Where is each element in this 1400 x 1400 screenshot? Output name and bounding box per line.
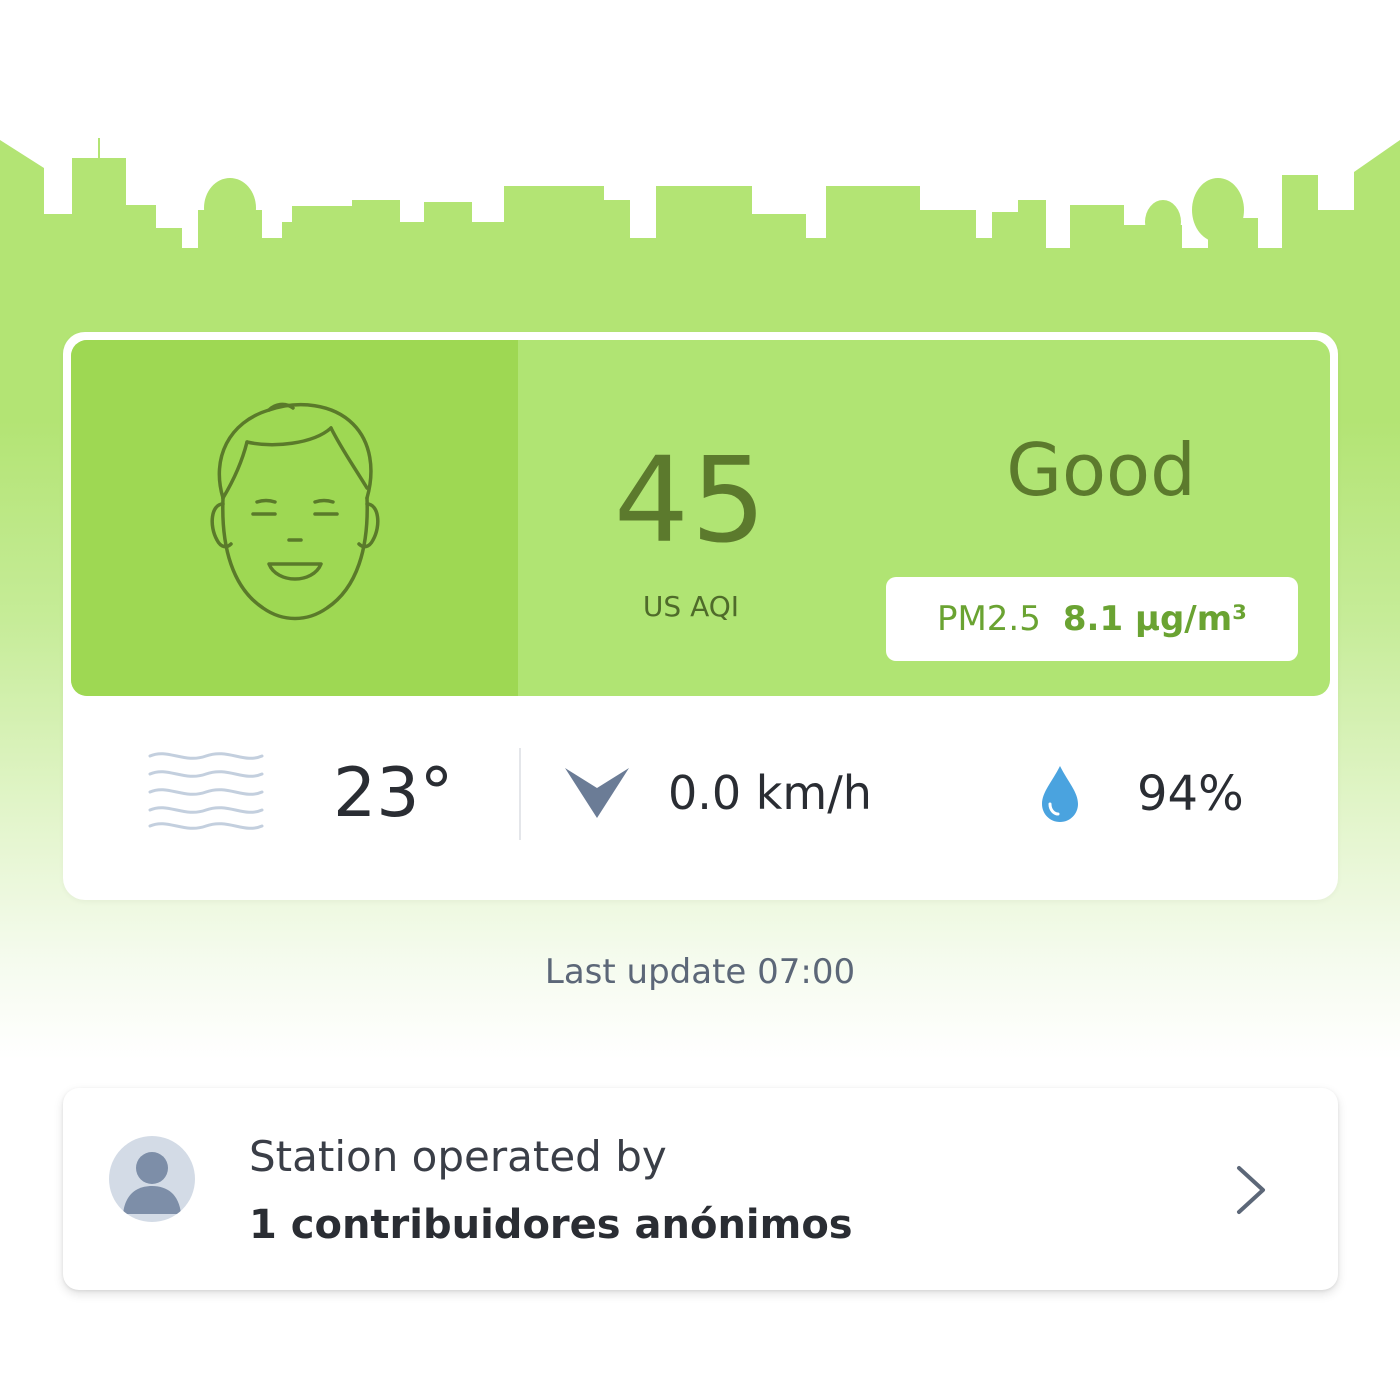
- aqi-status: Good: [1006, 428, 1196, 512]
- aqi-summary-panel: 45 US AQI Good PM2.5 8.1 µg/m³: [71, 340, 1330, 696]
- wind-direction-arrow-icon: [565, 768, 629, 818]
- weather-row: 23° 0.0 km/h 94%: [63, 696, 1338, 900]
- water-drop-icon: [1042, 766, 1078, 822]
- aqi-value: 45: [613, 431, 769, 569]
- pollutant-label: PM2.5: [936, 599, 1041, 639]
- station-operator-name: 1 contribuidores anónimos: [249, 1202, 853, 1248]
- air-quality-card[interactable]: 45 US AQI Good PM2.5 8.1 µg/m³ 23° 0.0 k…: [63, 332, 1338, 900]
- face-panel: [71, 340, 518, 696]
- last-update-text: Last update 07:00: [544, 952, 856, 992]
- pollutant-concentration: 8.1 µg/m³: [1062, 599, 1248, 639]
- humidity-value: 94%: [1137, 766, 1244, 822]
- wind-speed-value: 0.0 km/h: [668, 766, 872, 820]
- weather-divider: [519, 748, 521, 840]
- pollutant-badge: PM2.5 8.1 µg/m³: [886, 577, 1298, 661]
- city-skyline-illustration: [0, 0, 1400, 250]
- temperature-value: 23°: [333, 754, 454, 833]
- station-title: Station operated by: [249, 1132, 667, 1181]
- aqi-scale-label: US AQI: [642, 590, 740, 623]
- user-avatar-icon: [109, 1136, 195, 1222]
- chevron-right-icon[interactable]: [1231, 1162, 1271, 1218]
- smiling-face-icon: [210, 402, 380, 621]
- wind-waves-icon: [148, 752, 264, 830]
- station-operator-card[interactable]: Station operated by 1 contribuidores anó…: [63, 1088, 1338, 1290]
